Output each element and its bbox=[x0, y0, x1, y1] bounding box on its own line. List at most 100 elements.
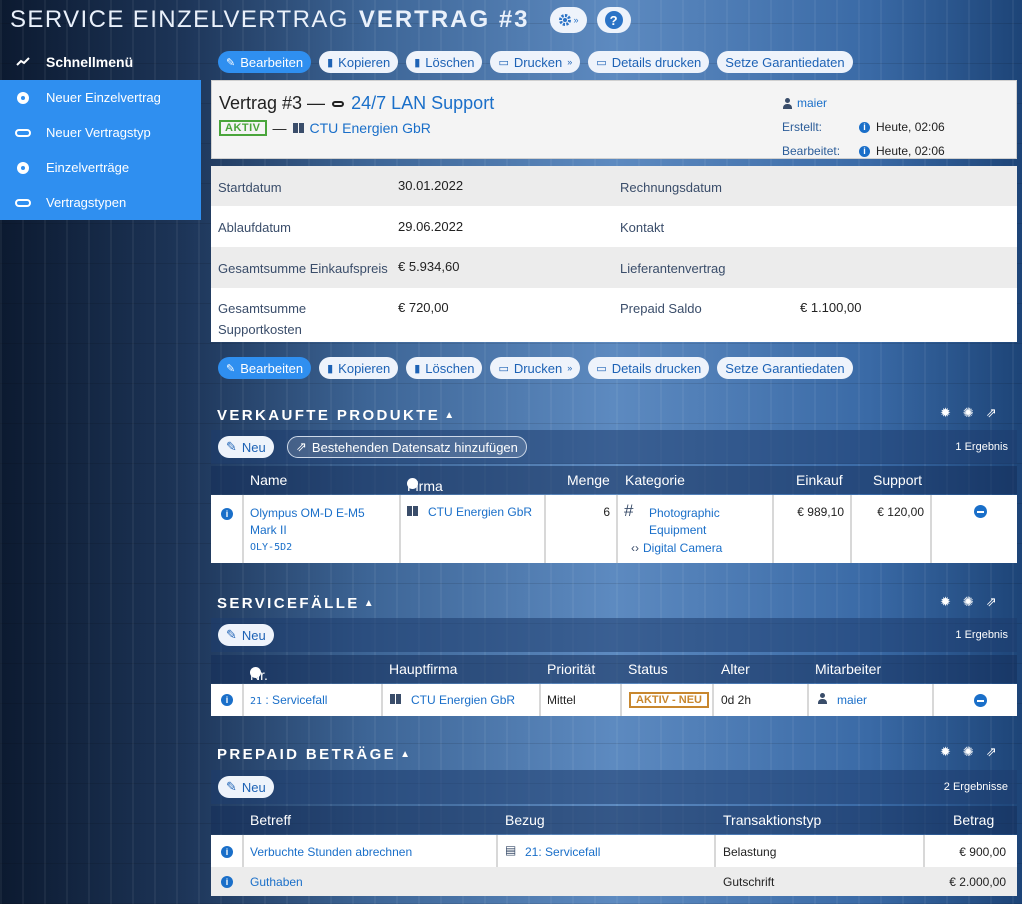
gear-icon[interactable]: ✹ bbox=[940, 405, 951, 421]
external-link-icon[interactable]: ⇗ bbox=[986, 744, 997, 760]
sidebar-item-neuer-vertragstyp[interactable]: Neuer Vertragstyp bbox=[0, 115, 201, 150]
case-name: : Servicefall bbox=[265, 693, 328, 707]
add-existing-label: Bestehenden Datensatz hinzufügen bbox=[311, 439, 518, 455]
set-warranty-button[interactable]: Setze Garantiedaten bbox=[717, 51, 853, 73]
contract-type-link[interactable]: 24/7 LAN Support bbox=[351, 93, 494, 113]
remove-icon[interactable] bbox=[974, 694, 987, 707]
sidebar-item-vertragstypen[interactable]: Vertragstypen bbox=[0, 185, 201, 220]
col-einkauf[interactable]: Einkauf bbox=[796, 472, 843, 488]
products-new-button[interactable]: ✎ Neu bbox=[218, 436, 274, 458]
product-name: Olympus OM-D E-M5 bbox=[250, 506, 365, 520]
prepaid-new-button[interactable]: ✎ Neu bbox=[218, 776, 274, 798]
product-firma-link[interactable]: CTU Energien GbR bbox=[428, 505, 532, 519]
prepaid-label: Prepaid Saldo bbox=[620, 301, 702, 316]
products-count: 1 Ergebnis bbox=[955, 441, 1008, 453]
external-link-icon[interactable]: ⇗ bbox=[986, 594, 997, 610]
col-name[interactable]: Name bbox=[250, 472, 287, 488]
col-mitarbeiter[interactable]: Mitarbeiter bbox=[815, 661, 881, 677]
col-betrag[interactable]: Betrag bbox=[953, 812, 994, 828]
col-support[interactable]: Support bbox=[873, 472, 922, 488]
copy-icon: ▮ bbox=[327, 56, 334, 69]
prepaid-betreff-link[interactable]: Verbuchte Stunden abrechnen bbox=[250, 845, 412, 859]
info-icon[interactable]: i bbox=[221, 846, 233, 858]
created-label: Erstellt: bbox=[782, 120, 823, 134]
support-value: € 720,00 bbox=[398, 300, 449, 315]
col-betreff[interactable]: Betreff bbox=[250, 812, 291, 828]
category-label: Photographic bbox=[649, 506, 720, 520]
subcategory-link[interactable]: ‹› Digital Camera bbox=[631, 541, 722, 555]
info-icon[interactable]: i bbox=[221, 694, 233, 706]
col-alter[interactable]: Alter bbox=[721, 661, 750, 677]
gear-icon[interactable]: ✹ bbox=[940, 744, 951, 760]
prepaid-value: € 1.100,00 bbox=[800, 300, 862, 315]
table-row[interactable]: i Guthaben Gutschrift € 2.000,00 bbox=[211, 867, 1017, 896]
cases-section-title[interactable]: SERVICEFÄLLE ▲ bbox=[217, 592, 376, 614]
edit-button[interactable]: ✎ Bearbeiten bbox=[218, 357, 312, 379]
settings-dropdown-button[interactable]: » bbox=[549, 7, 587, 33]
clipboard-icon: ▤ bbox=[505, 843, 517, 857]
print-dropdown-button[interactable]: ▭ Drucken » bbox=[490, 357, 581, 379]
col-menge[interactable]: Menge bbox=[567, 472, 610, 488]
cases-new-button[interactable]: ✎ Neu bbox=[218, 624, 274, 646]
sync-icon[interactable]: ✺ bbox=[963, 744, 974, 760]
col-transaktionstyp[interactable]: Transaktionstyp bbox=[723, 812, 821, 828]
prepaid-typ: Gutschrift bbox=[723, 875, 775, 889]
company-link[interactable]: CTU Energien GbR bbox=[310, 120, 431, 136]
support-label: Gesamtsumme bbox=[218, 301, 307, 316]
external-link-icon[interactable]: ⇗ bbox=[986, 405, 997, 421]
copy-button[interactable]: ▮ Kopieren bbox=[319, 357, 399, 379]
startdatum-label: Startdatum bbox=[218, 180, 282, 195]
table-row[interactable]: i 21 : Servicefall CTU Energien GbR Mitt… bbox=[211, 684, 1017, 716]
prepaid-table-header: Betreff Bezug Transaktionstyp Betrag bbox=[211, 806, 1017, 834]
cases-section-icons: ✹ ✺ ⇗ bbox=[940, 594, 997, 610]
sync-icon[interactable]: ✺ bbox=[963, 405, 974, 421]
pencil-icon: ✎ bbox=[226, 627, 237, 642]
print-dropdown-button[interactable]: ▭ Drucken » bbox=[490, 51, 581, 73]
pencil-icon: ✎ bbox=[226, 56, 236, 69]
case-prio-cell: Mittel bbox=[541, 684, 622, 716]
col-bezug[interactable]: Bezug bbox=[505, 812, 545, 828]
case-link[interactable]: 21 : Servicefall bbox=[250, 693, 327, 707]
prepaid-betreff-link[interactable]: Guthaben bbox=[250, 875, 303, 889]
prepaid-section-title[interactable]: PREPAID BETRÄGE ▲ bbox=[217, 743, 412, 765]
info-icon[interactable]: i bbox=[859, 121, 870, 133]
col-kategorie[interactable]: Kategorie bbox=[625, 472, 685, 488]
delete-button[interactable]: ▮ Löschen bbox=[406, 51, 483, 73]
info-icon[interactable]: i bbox=[221, 876, 233, 888]
gear-icon[interactable]: ✹ bbox=[940, 594, 951, 610]
sidebar-item-neuer-einzelvertrag[interactable]: Neuer Einzelvertrag bbox=[0, 80, 201, 115]
col-prioritaet[interactable]: Priorität bbox=[547, 661, 595, 677]
sync-icon[interactable]: ✺ bbox=[963, 594, 974, 610]
remove-icon[interactable] bbox=[974, 505, 987, 518]
prepaid-betreff-cell: Verbuchte Stunden abrechnen bbox=[244, 835, 498, 867]
table-row[interactable]: i Verbuchte Stunden abrechnen ▤ 21: Serv… bbox=[211, 835, 1017, 867]
set-warranty-button[interactable]: Setze Garantiedaten bbox=[717, 357, 853, 379]
user-link[interactable]: maier bbox=[797, 96, 827, 110]
products-section-title[interactable]: VERKAUFTE PRODUKTE ▲ bbox=[217, 404, 457, 426]
print-details-button[interactable]: ▭ Details drucken bbox=[588, 51, 710, 73]
sidebar-heading[interactable]: Schnellmenü bbox=[0, 44, 201, 80]
product-name-link[interactable]: Olympus OM-D E-M5 Mark II bbox=[250, 505, 365, 539]
help-button[interactable]: ? bbox=[596, 7, 631, 33]
info-icon[interactable]: i bbox=[859, 145, 870, 157]
sort-icon bbox=[250, 667, 261, 678]
prepaid-title-label: PREPAID BETRÄGE bbox=[217, 745, 397, 763]
col-status[interactable]: Status bbox=[628, 661, 668, 677]
sidebar-item-einzelvertraege[interactable]: Einzelverträge bbox=[0, 150, 201, 185]
print-details-button[interactable]: ▭ Details drucken bbox=[588, 357, 710, 379]
delete-button[interactable]: ▮ Löschen bbox=[406, 357, 483, 379]
case-firma-link[interactable]: CTU Energien GbR bbox=[411, 693, 515, 707]
add-existing-button[interactable]: ⇗ Bestehenden Datensatz hinzufügen bbox=[287, 436, 527, 458]
product-support: € 120,00 bbox=[877, 505, 924, 519]
prepaid-bezug-link[interactable]: 21: Servicefall bbox=[525, 845, 600, 859]
category-link[interactable]: Photographic Equipment bbox=[649, 505, 720, 539]
table-row[interactable]: i Olympus OM-D E-M5 Mark II OLY-5D2 CTU E… bbox=[211, 495, 1017, 563]
col-hauptfirma[interactable]: Hauptfirma bbox=[389, 661, 457, 677]
case-mitarbeiter-cell: maier bbox=[809, 684, 934, 716]
copy-button[interactable]: ▮ Kopieren bbox=[319, 51, 399, 73]
edit-button[interactable]: ✎ Bearbeiten bbox=[218, 51, 312, 73]
info-icon[interactable]: i bbox=[221, 508, 233, 520]
kontakt-label: Kontakt bbox=[620, 220, 665, 235]
sidebar-heading-label: Schnellmenü bbox=[46, 54, 134, 70]
case-mitarbeiter-link[interactable]: maier bbox=[837, 693, 867, 707]
